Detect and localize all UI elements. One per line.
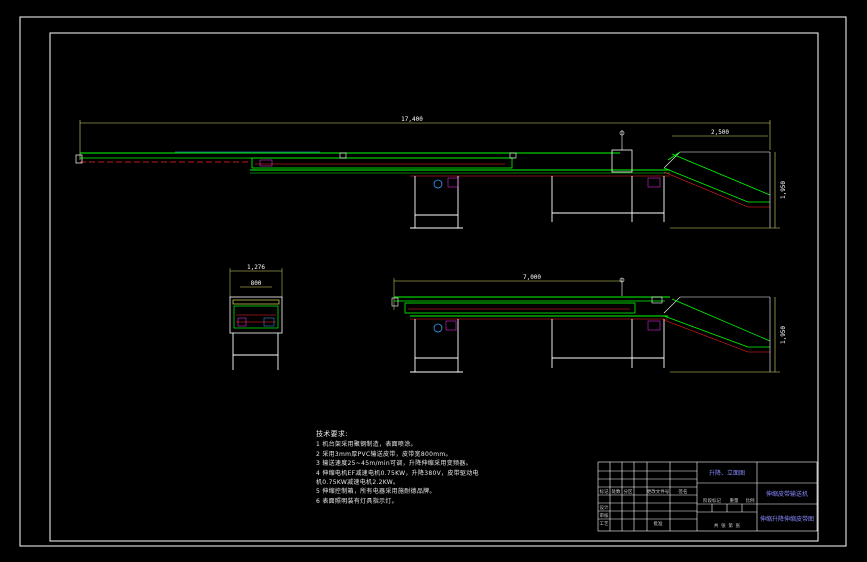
notes-title: 技术要求: bbox=[316, 430, 348, 438]
top-elevation-view: 17,400 2,500 1,950 bbox=[75, 116, 787, 229]
notes-line: 4 伸缩电机EF减速电机0.75KW，升降380V，皮带驱动电 bbox=[316, 469, 479, 477]
title-block-role: 工艺 bbox=[600, 521, 609, 527]
title-block-row-label: 分区 bbox=[624, 488, 633, 495]
notes-line: 2 采用3mm厚PVC输送皮带，皮带宽800mm。 bbox=[316, 450, 452, 458]
title-block-extra: 重量 bbox=[730, 497, 739, 504]
dim-side-outer: 1,276 bbox=[247, 264, 265, 271]
dim-top-height: 1,950 bbox=[780, 181, 787, 199]
title-block-name: 升降、立面图 bbox=[709, 469, 745, 477]
dim-side-inner: 800 bbox=[251, 280, 262, 287]
side-section-view: 1,276 800 bbox=[229, 264, 283, 370]
dim-bottom-height: 1,950 bbox=[780, 326, 787, 344]
notes-line: 5 伸缩控制箱，所有电器采用施耐德品牌。 bbox=[316, 488, 436, 496]
bottom-elevation-view: 7,000 1,950 bbox=[391, 274, 787, 373]
title-block-extra: 阶段标记 bbox=[703, 497, 721, 504]
dim-bottom-length: 7,000 bbox=[523, 274, 541, 281]
notes-line: 6 表面照明装有灯具指示灯。 bbox=[316, 497, 398, 505]
dim-top-length: 17,400 bbox=[401, 116, 423, 123]
title-block-product: 伸缩皮带输送机 bbox=[766, 490, 808, 498]
title-block-drawing: 伸缩升降伸缩皮带图 bbox=[760, 515, 814, 523]
title-block-row-label: 更改文件号 bbox=[647, 488, 670, 495]
title-block-role: 审核 bbox=[600, 512, 609, 519]
notes-line: 机0.75KW减速电机2.2KW。 bbox=[316, 479, 400, 487]
technical-notes: 技术要求: 1 机台架采用聚钢制造，表面喷涂。 2 采用3mm厚PVC输送皮带，… bbox=[316, 430, 479, 506]
dim-top-ramp: 2,500 bbox=[711, 129, 729, 136]
title-block-extra: 共 张 第 张 bbox=[714, 522, 741, 529]
title-block-extra: 比例 bbox=[746, 497, 755, 504]
title-block-row-label: 签名 bbox=[679, 488, 688, 495]
title-block-row-label: 处数 bbox=[612, 488, 621, 495]
notes-line: 3 输送速度25~45m/min可调，升降伸缩采用变频器。 bbox=[316, 460, 472, 468]
title-block-row-label: 标记 bbox=[600, 488, 609, 495]
title-block-role: 批准 bbox=[654, 520, 663, 527]
title-block-role: 设计 bbox=[600, 504, 609, 511]
notes-line: 1 机台架采用聚钢制造，表面喷涂。 bbox=[316, 441, 417, 449]
